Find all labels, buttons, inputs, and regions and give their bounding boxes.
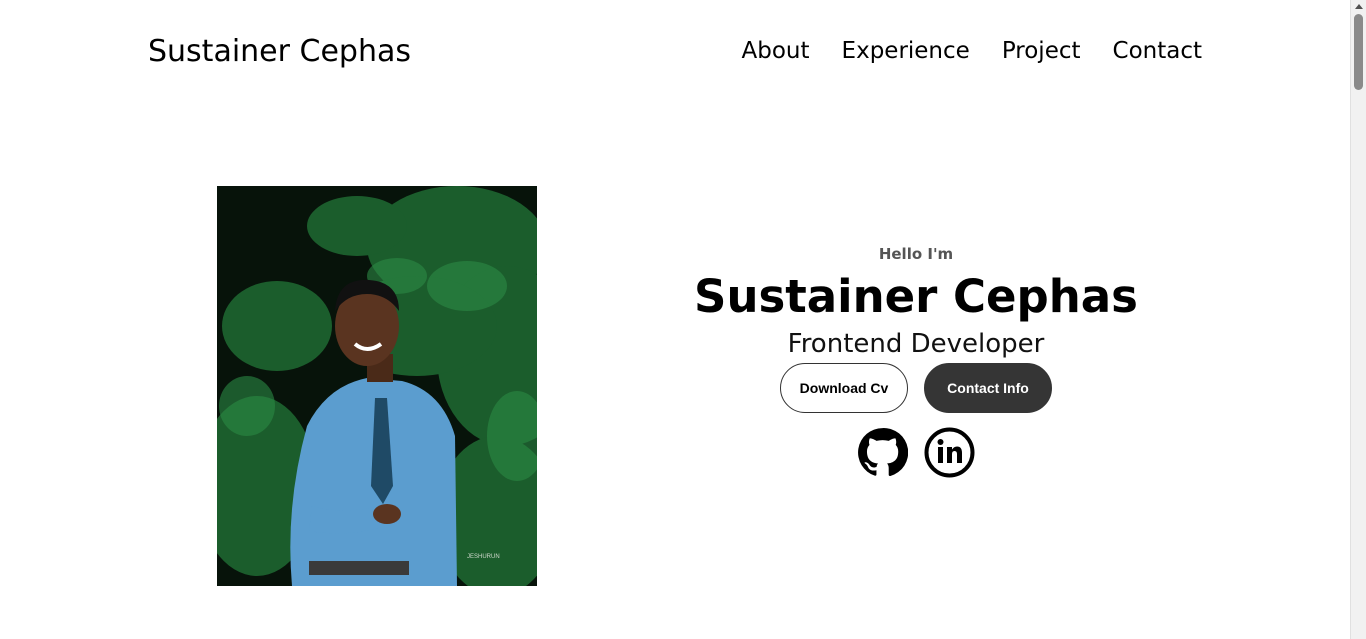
top-nav: Sustainer Cephas About Experience Projec… <box>0 0 1350 106</box>
social-links <box>650 427 1182 478</box>
photo-watermark: JESHURUN <box>467 554 500 560</box>
nav-link-project[interactable]: Project <box>1002 38 1081 64</box>
page: Sustainer Cephas About Experience Projec… <box>0 0 1350 639</box>
hero-buttons: Download Cv Contact Info <box>650 362 1182 413</box>
scroll-up-arrow-icon[interactable] <box>1355 4 1363 9</box>
scroll-thumb[interactable] <box>1354 14 1363 90</box>
linkedin-icon[interactable] <box>924 427 975 478</box>
nav-link-about[interactable]: About <box>742 38 810 64</box>
github-icon[interactable] <box>857 427 909 478</box>
nav-link-contact[interactable]: Contact <box>1113 38 1202 64</box>
page-scrollbar[interactable] <box>1350 0 1366 639</box>
hero-section: Hello I'm Sustainer Cephas Frontend Deve… <box>650 245 1182 478</box>
nav-links: About Experience Project Contact <box>742 38 1202 64</box>
site-logo[interactable]: Sustainer Cephas <box>148 34 411 69</box>
hero-name: Sustainer Cephas <box>694 270 1138 323</box>
profile-photo: JESHURUN <box>217 186 537 586</box>
greeting-text: Hello I'm <box>878 245 954 263</box>
role-title: Frontend Developer <box>787 328 1045 359</box>
download-cv-button[interactable]: Download Cv <box>780 362 908 413</box>
nav-link-experience[interactable]: Experience <box>842 38 970 64</box>
contact-info-button[interactable]: Contact Info <box>924 362 1052 413</box>
